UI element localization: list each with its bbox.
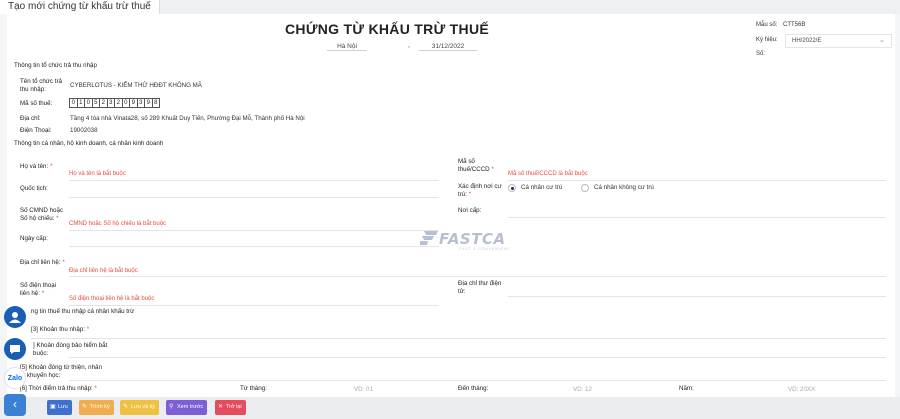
person-section-title: Thông tin cá nhân, hộ kinh doanh, cá nhâ…	[14, 140, 164, 147]
payer-name-value: CYBERLOTUS - KIỂM THỬ HĐĐT KHÔNG MÃ	[70, 82, 202, 89]
nonresident-option-label: Cá nhân không cư trú	[594, 184, 654, 191]
issue-place-label: Nơi cấp:	[458, 207, 482, 214]
fullname-error: Họ và tên là bắt buộc	[69, 171, 126, 177]
income-label: [3] Khoản thu nhập: *	[31, 326, 90, 333]
contact-phone-input[interactable]	[69, 305, 439, 306]
taxid-label: Mã số thuế/CCCD *	[458, 158, 494, 173]
email-label: Địa chỉ thư điện tử:	[458, 280, 502, 295]
resident-radio[interactable]	[508, 184, 516, 192]
nationality-label: Quốc tịch:	[20, 185, 48, 192]
year-input[interactable]: VD: 20XX	[788, 386, 815, 394]
contact-phone-error: Số điện thoại liên hệ là bắt buộc	[69, 296, 155, 302]
document-title: CHỨNG TỪ KHẤU TRỪ THUẾ	[285, 21, 489, 37]
insurance-input[interactable]	[69, 357, 886, 358]
fastca-tagline: FAST & CONVENIENT	[459, 246, 511, 251]
issue-date-input[interactable]	[69, 246, 439, 247]
issue-date-label: Ngày cấp:	[20, 235, 48, 242]
tax-section-title: ng tin thuế thu nhập cá nhân khấu trừ	[31, 308, 135, 315]
fastca-logo-icon	[420, 231, 438, 245]
user-headset-icon	[9, 312, 21, 323]
charity-label: [5] Khoản đóng từ thiện, nhân o, khuyến h…	[20, 364, 102, 379]
year-label: Năm:	[679, 385, 694, 392]
payer-address-label: Địa chỉ:	[20, 115, 41, 122]
payer-taxcode-label: Mã số thuế:	[20, 100, 53, 107]
messenger-button[interactable]	[4, 338, 26, 360]
taxid-error: Mã số thuế/CCCD là bắt buộc	[508, 171, 588, 177]
from-month-input[interactable]: VD: 01	[354, 386, 373, 394]
resident-option-label: Cá nhân cư trú	[521, 184, 563, 191]
action-toolbar: ▣ Lưu ✎ Trình ký ✎ Lưu và ký ⚲ Xem trước ✕ Tr…	[0, 397, 900, 419]
search-icon: ⚲	[169, 404, 174, 410]
to-month-input[interactable]: VD: 12	[573, 386, 592, 394]
support-chat-button[interactable]	[4, 306, 26, 328]
save-and-sign-button[interactable]: ✎ Lưu và ký	[120, 400, 160, 415]
period-label: [6] Thời điểm trả thu nhập: *	[20, 385, 97, 392]
chevron-down-icon: ⌄	[879, 37, 885, 44]
fullname-label: Họ và tên: *	[20, 163, 53, 170]
save-button[interactable]: ▣ Lưu	[47, 400, 72, 415]
template-label: Mẫu số:	[756, 22, 778, 28]
close-icon: ✕	[218, 404, 224, 410]
date-field[interactable]: 31/12/2022	[419, 43, 477, 51]
submit-sign-button[interactable]: ✎ Trình ký	[79, 400, 114, 415]
collapse-sidebar-button[interactable]: ‹	[4, 394, 26, 416]
symbol-label: Ký hiệu:	[756, 37, 778, 43]
id-input[interactable]	[69, 230, 439, 231]
zalo-button[interactable]: Zalo	[4, 367, 26, 389]
place-field[interactable]: Hà Nội	[327, 43, 367, 51]
taxcode-digit: 8	[151, 98, 160, 108]
fullname-input[interactable]	[69, 180, 439, 181]
symbol-value: HH/2022/E	[792, 38, 822, 44]
contact-phone-label: Số điện thoại liên hệ: *	[20, 282, 57, 297]
id-error: CMND hoặc Số hộ chiếu là bắt buộc	[69, 221, 167, 227]
payer-address-value: Tầng 4 tòa nhà Vinata28, số 289 Khuất Du…	[70, 115, 305, 122]
tab-bar: Tạo mới chứng từ khấu trừ thuế	[0, 0, 900, 14]
voucher-form: CHỨNG TỪ KHẤU TRỪ THUẾ Hà Nội , 31/12/20…	[7, 14, 895, 397]
template-value: CTT56B	[783, 22, 806, 28]
chevron-left-icon: ‹	[13, 397, 17, 411]
nonresident-radio[interactable]	[581, 184, 589, 192]
preview-button[interactable]: ⚲ Xem trước	[166, 400, 208, 415]
residence-label: Xác định nơi cư trú: *	[458, 183, 502, 198]
to-month-label: Đến tháng:	[458, 385, 489, 392]
from-month-label: Từ tháng:	[240, 385, 267, 392]
back-button[interactable]: ✕ Trở lại	[215, 400, 246, 415]
contact-address-error: Địa chỉ liên hệ là bắt buộc	[69, 268, 138, 274]
payer-taxcode-boxes: 010523209398	[69, 98, 160, 108]
issue-place-input[interactable]	[508, 217, 886, 218]
symbol-select[interactable]: HH/2022/E ⌄	[785, 34, 892, 48]
contact-address-label: Địa chỉ liên hệ: *	[20, 259, 65, 266]
pen-icon: ✎	[82, 404, 88, 410]
pen-icon: ✎	[123, 404, 129, 410]
charity-input[interactable]	[69, 380, 886, 381]
floppy-icon: ▣	[50, 404, 56, 410]
id-label: Số CMND hoặc Số hộ chiếu: *	[20, 207, 63, 222]
date-separator: ,	[408, 42, 410, 49]
payer-section-title: Thông tin tổ chức trả thu nhập	[14, 62, 97, 69]
email-input[interactable]	[508, 296, 886, 297]
taxid-input[interactable]	[508, 180, 886, 181]
payer-phone-label: Điện Thoại:	[20, 127, 52, 134]
tab-create-tax-voucher[interactable]: Tạo mới chứng từ khấu trừ thuế	[0, 0, 160, 14]
payer-phone-value: 19002038	[70, 127, 98, 134]
chat-icon	[10, 345, 20, 354]
contact-address-input[interactable]	[69, 276, 886, 277]
zalo-label: Zalo	[7, 374, 23, 382]
insurance-label: ] Khoản đóng bảo hiểm bắt buộc:	[33, 342, 108, 357]
payer-name-label: Tên tổ chức trả thu nhập:	[20, 78, 62, 93]
income-input[interactable]	[31, 338, 886, 339]
nationality-input[interactable]	[69, 197, 439, 198]
number-label: Số:	[756, 51, 766, 57]
